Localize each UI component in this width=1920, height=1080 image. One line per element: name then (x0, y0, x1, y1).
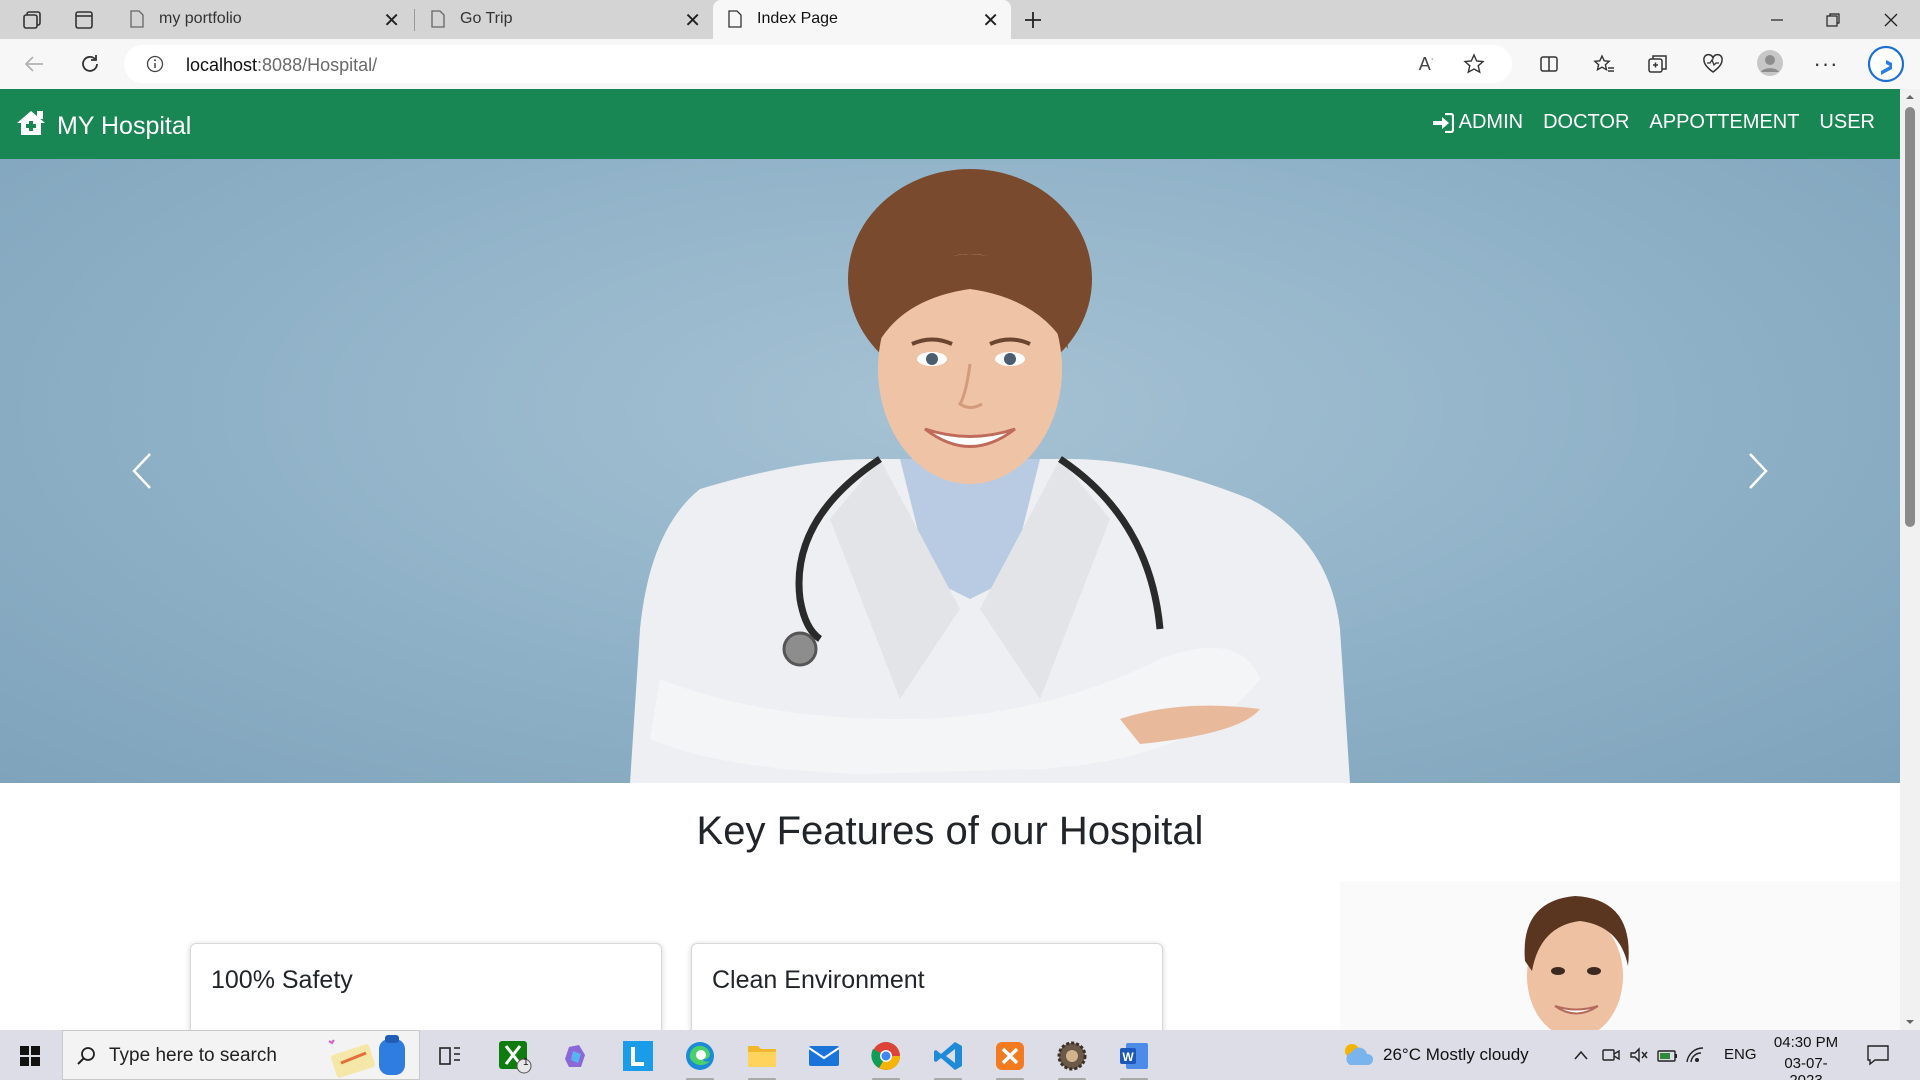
word-icon[interactable]: W (1114, 1036, 1154, 1080)
clock[interactable]: 04:30 PM 03-07-2023 (1768, 1034, 1844, 1080)
volume-muted-icon[interactable] (1628, 1044, 1650, 1066)
split-screen-icon[interactable] (1535, 51, 1563, 77)
hero-carousel (0, 159, 1900, 783)
tab-title: my portfolio (159, 10, 242, 27)
back-icon[interactable] (20, 51, 48, 77)
chevron-up-icon[interactable] (1570, 1044, 1592, 1066)
l-app-icon[interactable] (618, 1036, 658, 1076)
brand-link[interactable]: MY Hospital (15, 109, 191, 144)
page-icon (129, 10, 145, 33)
scrollbar-thumb[interactable] (1905, 107, 1915, 527)
carousel-next-button[interactable] (1728, 441, 1788, 501)
brand-name: MY Hospital (57, 112, 192, 140)
feature-card-clean-environment: Clean Environment (691, 943, 1163, 1030)
language-indicator[interactable]: ENG (1724, 1046, 1757, 1063)
close-tab-icon[interactable]: ✕ (383, 8, 400, 33)
tab-title: Go Trip (460, 10, 513, 27)
workspaces-icon[interactable] (17, 6, 47, 34)
search-placeholder: Type here to search (109, 1045, 277, 1066)
file-explorer-icon[interactable] (742, 1036, 782, 1080)
weather-text[interactable]: 26°C Mostly cloudy (1383, 1045, 1529, 1065)
gear-app-icon[interactable] (1052, 1036, 1092, 1080)
nav-admin-link[interactable]: ADMIN (1432, 111, 1523, 134)
nav-user-link[interactable]: USER (1819, 111, 1875, 134)
xbox-badge-count: 1 (523, 1057, 529, 1068)
browser-tab-strip: my portfolio ✕ Go Trip ✕ Index Page ✕ (0, 0, 1920, 39)
restore-icon[interactable] (1818, 8, 1848, 32)
weather-cloudy-icon[interactable] (1340, 1038, 1376, 1070)
bing-chat-icon[interactable] (1866, 44, 1906, 84)
site-navbar: MY Hospital ADMIN DOCTOR APPOTTEMENT USE… (0, 89, 1900, 159)
url-path: :8088/Hospital/ (257, 55, 378, 75)
site-info-icon[interactable] (146, 55, 164, 73)
feature-card-title: Clean Environment (712, 966, 925, 994)
feature-card-safety: 100% Safety (190, 943, 662, 1030)
url-text: localhost:8088/Hospital/ (186, 55, 377, 76)
battery-icon[interactable] (1656, 1044, 1680, 1066)
clock-time: 04:30 PM (1773, 1034, 1839, 1051)
tab-divider (414, 9, 415, 31)
feature-card-title: 100% Safety (211, 966, 353, 994)
refresh-icon[interactable] (76, 51, 104, 77)
smiling-man-photo (1340, 881, 1900, 1030)
read-aloud-icon[interactable]: Aᐧ (1414, 53, 1438, 75)
nav-admin-label: ADMIN (1458, 111, 1524, 133)
xampp-icon[interactable] (990, 1036, 1030, 1080)
page-viewport: MY Hospital ADMIN DOCTOR APPOTTEMENT USE… (0, 89, 1900, 1030)
notification-center-icon[interactable] (1864, 1042, 1892, 1068)
vscode-icon[interactable] (928, 1036, 968, 1080)
close-tab-icon[interactable]: ✕ (982, 8, 999, 33)
search-highlight-illustration-icon (323, 1033, 415, 1079)
more-options-icon[interactable]: ··· (1812, 51, 1840, 77)
copilot-icon[interactable] (556, 1036, 596, 1076)
new-tab-icon[interactable] (1018, 6, 1048, 34)
clock-date: 03-07-2023 (1784, 1055, 1828, 1080)
close-tab-icon[interactable]: ✕ (684, 8, 701, 33)
close-window-icon[interactable] (1876, 8, 1906, 32)
profile-avatar-icon[interactable] (1754, 47, 1786, 79)
features-heading: Key Features of our Hospital (696, 809, 1204, 853)
page-icon (430, 10, 446, 33)
tab-index-page[interactable]: Index Page ✕ (713, 0, 1011, 39)
url-host: localhost (186, 55, 258, 75)
nav-appointment-link[interactable]: APPOTTEMENT (1649, 111, 1799, 134)
carousel-prev-button[interactable] (112, 441, 172, 501)
search-icon (75, 1045, 97, 1067)
hospital-house-icon (15, 109, 47, 144)
favorites-icon[interactable] (1590, 51, 1618, 77)
minimize-icon[interactable] (1762, 8, 1792, 32)
svg-text:W: W (1122, 1050, 1134, 1064)
edge-browser-icon[interactable] (680, 1036, 720, 1080)
nav-doctor-link[interactable]: DOCTOR (1543, 111, 1629, 134)
tab-actions-icon[interactable] (69, 6, 99, 34)
meet-now-icon[interactable] (1600, 1044, 1622, 1066)
favorite-star-icon[interactable] (1462, 53, 1486, 75)
windows-taskbar: Type here to search 1 W 26°C Mostly clou… (0, 1030, 1920, 1080)
nav-links: ADMIN DOCTOR APPOTTEMENT USER (1412, 111, 1875, 134)
chrome-icon[interactable] (866, 1036, 906, 1080)
page-scrollbar[interactable] (1900, 89, 1920, 1030)
page-icon (727, 10, 743, 33)
mail-icon[interactable] (804, 1036, 844, 1076)
collections-icon[interactable] (1644, 51, 1672, 77)
address-bar[interactable]: localhost:8088/Hospital/ Aᐧ (124, 45, 1512, 83)
tab-title: Index Page (757, 10, 838, 27)
task-view-icon[interactable] (430, 1036, 470, 1076)
taskbar-search-box[interactable]: Type here to search (62, 1030, 420, 1080)
tab-my-portfolio[interactable]: my portfolio ✕ (115, 0, 412, 39)
chevron-left-icon (132, 453, 151, 489)
doctor-photo (630, 169, 1350, 783)
wifi-icon[interactable] (1684, 1044, 1706, 1066)
xbox-icon[interactable]: 1 (494, 1036, 534, 1076)
windows-start-icon[interactable] (10, 1036, 50, 1076)
browser-essentials-icon[interactable] (1699, 51, 1727, 77)
tab-go-trip[interactable]: Go Trip ✕ (416, 0, 713, 39)
chevron-right-icon (1749, 453, 1768, 489)
browser-toolbar: localhost:8088/Hospital/ Aᐧ ··· (0, 39, 1920, 89)
sign-in-icon (1432, 112, 1454, 133)
